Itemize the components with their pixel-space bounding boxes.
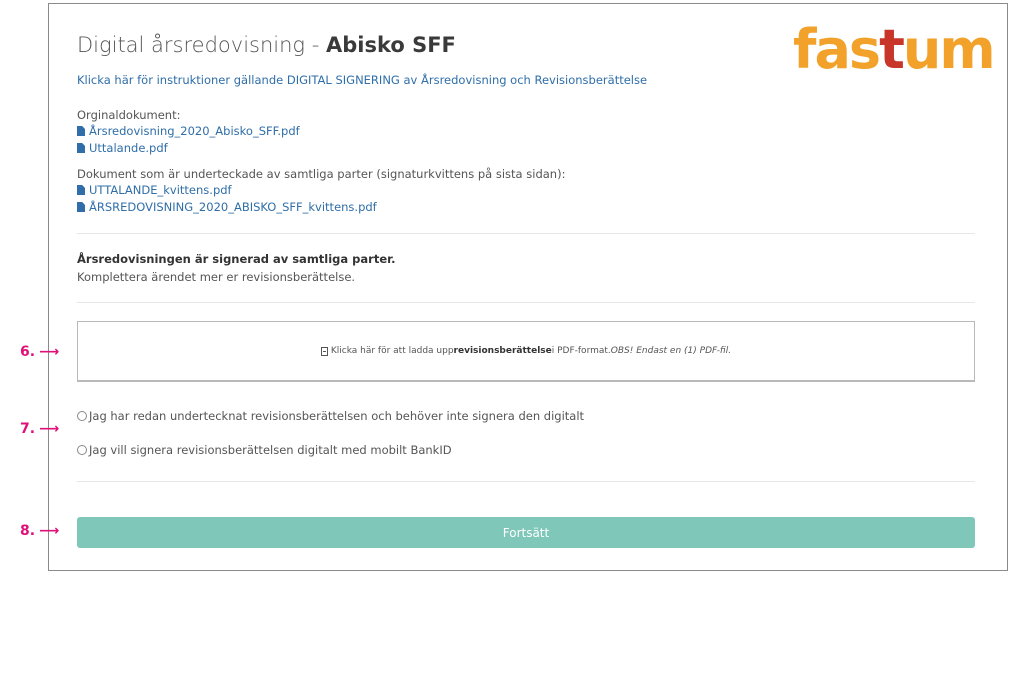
signed-docs-label: Dokument som är underteckade av samtliga… — [77, 167, 566, 181]
signed-file-link[interactable]: ÅRSREDOVISNING_2020_ABISKO_SFF_kvittens.… — [77, 200, 377, 214]
upload-text-bold: revisionsberättelse — [453, 346, 552, 356]
radio-button[interactable] — [77, 445, 87, 455]
option-already-signed[interactable]: Jag har redan undertecknat revisionsberä… — [77, 409, 584, 423]
upload-dropzone[interactable]: Klicka här för att ladda upp revisionsbe… — [77, 321, 975, 382]
page-title: Digital årsredovisning - Abisko SFF — [77, 33, 456, 57]
upload-text: Klicka här för att ladda upp — [330, 346, 454, 356]
arrow-right-icon: ⟶ — [39, 344, 60, 360]
pdf-file-icon — [320, 346, 328, 356]
upload-note: OBS! Endast en (1) PDF-fil. — [610, 346, 732, 356]
annotation-marker-6: 6. ⟶ — [20, 344, 60, 360]
divider — [77, 481, 975, 482]
file-link-label[interactable]: Årsredovisning_2020_Abisko_SFF.pdf — [89, 124, 300, 138]
arrow-right-icon: ⟶ — [39, 523, 60, 539]
file-icon — [77, 143, 85, 153]
arrow-right-icon: ⟶ — [39, 421, 60, 437]
file-link-label[interactable]: UTTALANDE_kvittens.pdf — [89, 183, 232, 197]
instructions-link[interactable]: Klicka här för instruktioner gällande DI… — [77, 73, 647, 87]
option-label: Jag vill signera revisionsberättelsen di… — [89, 443, 452, 457]
original-docs-label: Orginaldokument: — [77, 108, 181, 122]
file-icon — [77, 202, 85, 212]
main-panel — [48, 3, 1008, 571]
option-bankid[interactable]: Jag vill signera revisionsberättelsen di… — [77, 443, 452, 457]
file-link-label[interactable]: Uttalande.pdf — [89, 141, 168, 155]
divider — [77, 302, 975, 303]
upload-text: i PDF-format. — [551, 346, 611, 356]
radio-button[interactable] — [77, 411, 87, 421]
company-name: Abisko SFF — [325, 33, 456, 57]
original-file-link[interactable]: Uttalande.pdf — [77, 141, 168, 155]
file-icon — [77, 126, 85, 136]
file-icon — [77, 185, 85, 195]
status-text: Komplettera ärendet mer er revisionsberä… — [77, 270, 356, 284]
file-link-label[interactable]: ÅRSREDOVISNING_2020_ABISKO_SFF_kvittens.… — [89, 200, 377, 214]
status-heading: Årsredovisningen är signerad av samtliga… — [77, 252, 396, 266]
option-label: Jag har redan undertecknat revisionsberä… — [89, 409, 585, 423]
fastum-logo: fastum — [793, 18, 996, 81]
annotation-marker-8: 8. ⟶ — [20, 523, 60, 539]
original-file-link[interactable]: Årsredovisning_2020_Abisko_SFF.pdf — [77, 124, 300, 138]
annotation-marker-7: 7. ⟶ — [20, 421, 60, 437]
continue-button[interactable]: Fortsätt — [77, 517, 975, 548]
signed-file-link[interactable]: UTTALANDE_kvittens.pdf — [77, 183, 232, 197]
divider — [77, 233, 975, 234]
